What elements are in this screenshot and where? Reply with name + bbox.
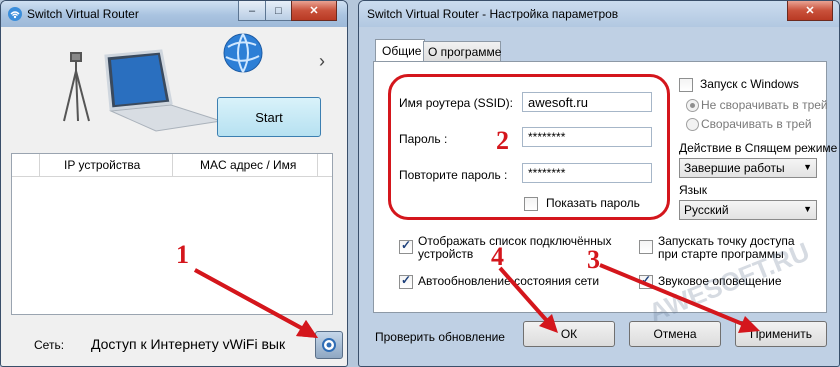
annotation-arrows-overlay (194, 263, 760, 338)
